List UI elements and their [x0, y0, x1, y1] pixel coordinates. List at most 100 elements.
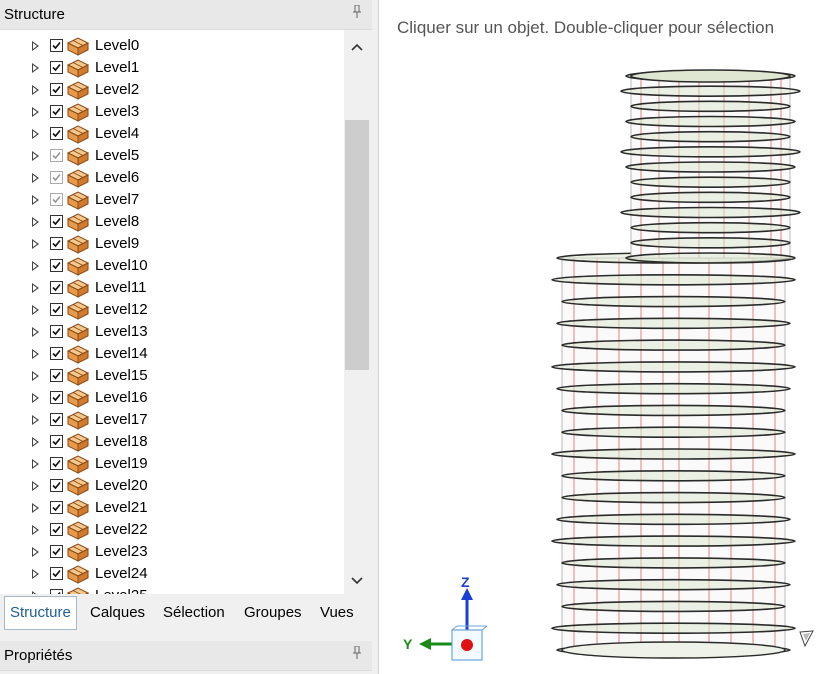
- tree-item[interactable]: Level2: [0, 79, 344, 101]
- pin-icon[interactable]: [352, 4, 362, 21]
- visibility-checkbox[interactable]: [50, 105, 63, 118]
- expand-arrow-icon[interactable]: [32, 261, 39, 271]
- tree-item[interactable]: Level10: [0, 255, 344, 277]
- visibility-checkbox[interactable]: [50, 193, 63, 206]
- expand-arrow-icon[interactable]: [32, 239, 39, 249]
- visibility-checkbox[interactable]: [50, 457, 63, 470]
- visibility-checkbox[interactable]: [50, 501, 63, 514]
- expand-arrow-icon[interactable]: [32, 173, 39, 183]
- visibility-checkbox[interactable]: [50, 589, 63, 594]
- expand-arrow-icon[interactable]: [32, 107, 39, 117]
- checkmark-icon: [52, 305, 61, 314]
- visibility-checkbox[interactable]: [50, 149, 63, 162]
- scroll-thumb[interactable]: [345, 120, 369, 370]
- visibility-checkbox[interactable]: [50, 39, 63, 52]
- expand-arrow-icon[interactable]: [32, 569, 39, 579]
- expand-arrow-icon[interactable]: [32, 459, 39, 469]
- visibility-checkbox[interactable]: [50, 391, 63, 404]
- expand-arrow-icon[interactable]: [32, 129, 39, 139]
- tree-item[interactable]: Level23: [0, 541, 344, 563]
- 3d-viewport[interactable]: Cliquer sur un objet. Double-cliquer pou…: [378, 0, 831, 674]
- expand-arrow-icon[interactable]: [32, 41, 39, 51]
- axis-gizmo[interactable]: Z Y: [397, 570, 507, 670]
- expand-arrow-icon[interactable]: [32, 481, 39, 491]
- expand-arrow-icon[interactable]: [32, 547, 39, 557]
- expand-arrow-icon[interactable]: [32, 393, 39, 403]
- tree-item-label: Level18: [95, 433, 148, 450]
- tree-item[interactable]: Level3: [0, 101, 344, 123]
- expand-arrow-icon[interactable]: [32, 525, 39, 535]
- visibility-checkbox[interactable]: [50, 347, 63, 360]
- tree-item-label: Level17: [95, 411, 148, 428]
- tab-groupes[interactable]: Groupes: [244, 604, 302, 621]
- expand-arrow-icon[interactable]: [32, 437, 39, 447]
- checkmark-icon: [52, 569, 61, 578]
- scroll-up-button[interactable]: [344, 34, 370, 60]
- tree-item[interactable]: Level25: [0, 585, 344, 594]
- tree-item[interactable]: Level11: [0, 277, 344, 299]
- expand-arrow-icon[interactable]: [32, 217, 39, 227]
- visibility-checkbox[interactable]: [50, 413, 63, 426]
- tree-item[interactable]: Level24: [0, 563, 344, 585]
- tree-item[interactable]: Level5: [0, 145, 344, 167]
- tree-item[interactable]: Level0: [0, 35, 344, 57]
- checkmark-icon: [52, 129, 61, 138]
- tree-item[interactable]: Level19: [0, 453, 344, 475]
- tree-item[interactable]: Level20: [0, 475, 344, 497]
- visibility-checkbox[interactable]: [50, 567, 63, 580]
- expand-arrow-icon[interactable]: [32, 283, 39, 293]
- tree-item[interactable]: Level14: [0, 343, 344, 365]
- visibility-checkbox[interactable]: [50, 435, 63, 448]
- tab-vues[interactable]: Vues: [320, 604, 354, 621]
- tree-item[interactable]: Level6: [0, 167, 344, 189]
- expand-arrow-icon[interactable]: [32, 591, 39, 594]
- expand-arrow-icon[interactable]: [32, 415, 39, 425]
- tree-item[interactable]: Level1: [0, 57, 344, 79]
- tree-item[interactable]: Level7: [0, 189, 344, 211]
- expand-arrow-icon[interactable]: [32, 371, 39, 381]
- visibility-checkbox[interactable]: [50, 523, 63, 536]
- expand-arrow-icon[interactable]: [32, 63, 39, 73]
- visibility-checkbox[interactable]: [50, 171, 63, 184]
- expand-arrow-icon[interactable]: [32, 151, 39, 161]
- visibility-checkbox[interactable]: [50, 215, 63, 228]
- expand-arrow-icon[interactable]: [32, 349, 39, 359]
- tab-calques[interactable]: Calques: [90, 604, 145, 621]
- visibility-checkbox[interactable]: [50, 303, 63, 316]
- tree-item[interactable]: Level22: [0, 519, 344, 541]
- tree-item[interactable]: Level4: [0, 123, 344, 145]
- tree-item[interactable]: Level18: [0, 431, 344, 453]
- visibility-checkbox[interactable]: [50, 237, 63, 250]
- expand-arrow-icon[interactable]: [32, 85, 39, 95]
- checkmark-icon: [52, 151, 61, 160]
- checkmark-icon: [52, 415, 61, 424]
- visibility-checkbox[interactable]: [50, 479, 63, 492]
- tree-scrollbar[interactable]: [344, 30, 370, 594]
- visibility-checkbox[interactable]: [50, 61, 63, 74]
- tree-item[interactable]: Level8: [0, 211, 344, 233]
- tree-item[interactable]: Level17: [0, 409, 344, 431]
- expand-arrow-icon[interactable]: [32, 327, 39, 337]
- expand-arrow-icon[interactable]: [32, 195, 39, 205]
- panel-tabs: Structure Calques Sélection Groupes Vues: [0, 596, 372, 632]
- tab-structure[interactable]: Structure: [4, 596, 77, 630]
- tree-item[interactable]: Level15: [0, 365, 344, 387]
- visibility-checkbox[interactable]: [50, 325, 63, 338]
- tree-item[interactable]: Level21: [0, 497, 344, 519]
- expand-arrow-icon[interactable]: [32, 503, 39, 513]
- tree-item[interactable]: Level16: [0, 387, 344, 409]
- visibility-checkbox[interactable]: [50, 127, 63, 140]
- visibility-checkbox[interactable]: [50, 369, 63, 382]
- tree-item[interactable]: Level12: [0, 299, 344, 321]
- tree-item[interactable]: Level9: [0, 233, 344, 255]
- visibility-checkbox[interactable]: [50, 259, 63, 272]
- visibility-checkbox[interactable]: [50, 83, 63, 96]
- tab-selection[interactable]: Sélection: [163, 604, 225, 621]
- pin-icon[interactable]: [352, 645, 362, 662]
- tree-item[interactable]: Level13: [0, 321, 344, 343]
- tree-item-label: Level1: [95, 59, 140, 76]
- visibility-checkbox[interactable]: [50, 545, 63, 558]
- scroll-down-button[interactable]: [344, 568, 370, 594]
- expand-arrow-icon[interactable]: [32, 305, 39, 315]
- visibility-checkbox[interactable]: [50, 281, 63, 294]
